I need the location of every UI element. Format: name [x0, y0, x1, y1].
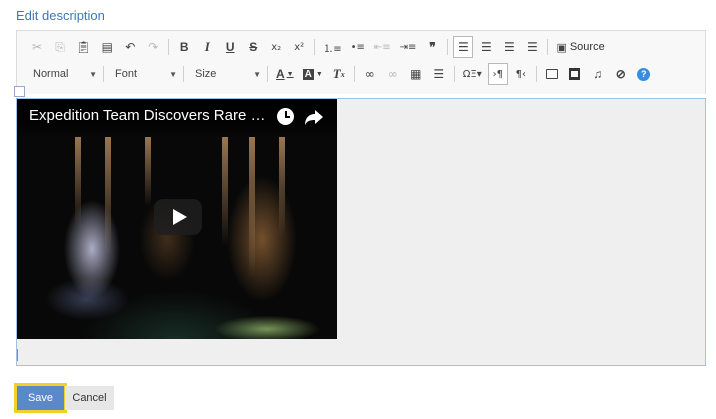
- cut-icon[interactable]: ✂: [27, 36, 47, 58]
- toolbar-separator: [314, 39, 316, 55]
- stalactite: [75, 137, 81, 227]
- toolbar-separator: [535, 66, 537, 82]
- watch-later-icon[interactable]: [277, 108, 294, 125]
- rtl-icon[interactable]: ¶‹: [511, 63, 531, 85]
- stalactite: [222, 137, 228, 247]
- increase-indent-icon[interactable]: ⇥≡: [397, 36, 420, 58]
- toolbar-separator: [267, 66, 268, 82]
- size-combo[interactable]: Size ▼: [189, 64, 265, 84]
- paste-icon[interactable]: 📋︎: [73, 36, 94, 58]
- chevron-down-icon: ▼: [169, 69, 177, 79]
- embedded-video[interactable]: Expedition Team Discovers Rare Un...: [17, 99, 337, 339]
- page-title: Edit description: [16, 8, 105, 23]
- editor-toolbar: ✂ ⎘ 📋︎ ▤ ↶ ↷ B I U S x₂ x² ⒈≡ •≡ ⇤≡ ⇥≡ ❞…: [16, 30, 706, 94]
- remove-format-icon[interactable]: Tx: [329, 63, 349, 85]
- italic-icon[interactable]: I: [197, 36, 217, 58]
- stalactite: [249, 137, 255, 277]
- editor-content-area[interactable]: Expedition Team Discovers Rare Un...: [16, 98, 706, 366]
- share-icon[interactable]: [304, 108, 324, 126]
- toolbar-row-2: Normal ▼ Font ▼ Size ▼ A ▼ A ▼ Tx ∞ ∞ ▦ ☰ …: [27, 60, 657, 88]
- bold-icon[interactable]: B: [174, 36, 194, 58]
- chevron-down-icon: ▼: [89, 69, 97, 79]
- toolbar-separator: [447, 39, 449, 55]
- toolbar-separator: [547, 39, 549, 55]
- image-icon[interactable]: [542, 63, 562, 85]
- size-combo-value: Size: [195, 68, 217, 80]
- toolbar-separator: [103, 66, 104, 82]
- bulleted-list-icon[interactable]: •≡: [348, 36, 368, 58]
- video-title[interactable]: Expedition Team Discovers Rare Un...: [29, 107, 269, 124]
- text-cursor: [17, 349, 18, 361]
- source-icon: ▣: [556, 40, 567, 54]
- format-combo[interactable]: Normal ▼: [27, 64, 101, 84]
- unlink-icon[interactable]: ∞: [383, 63, 403, 85]
- subscript-icon[interactable]: x₂: [266, 36, 286, 58]
- align-center-icon[interactable]: ☰: [476, 36, 496, 58]
- special-char-icon[interactable]: ΩΞ▾: [460, 63, 485, 85]
- video-icon[interactable]: [565, 63, 585, 85]
- toolbar-separator: [168, 39, 170, 55]
- table-icon[interactable]: ▦: [406, 63, 426, 85]
- stalactite: [279, 137, 285, 237]
- paste-text-icon[interactable]: ▤: [97, 36, 117, 58]
- format-combo-value: Normal: [33, 68, 69, 80]
- ltr-icon[interactable]: ›¶: [487, 63, 508, 85]
- toolbar-row-1: ✂ ⎘ 📋︎ ▤ ↶ ↷ B I U S x₂ x² ⒈≡ •≡ ⇤≡ ⇥≡ ❞…: [27, 33, 611, 61]
- text-color-icon[interactable]: A ▼: [273, 63, 297, 85]
- font-combo[interactable]: Font ▼: [109, 64, 181, 84]
- numbered-list-icon[interactable]: ⒈≡: [320, 36, 344, 58]
- toolbar-separator: [183, 66, 184, 82]
- horizontal-rule-icon[interactable]: ☰: [429, 63, 449, 85]
- source-label: Source: [569, 41, 605, 53]
- justify-icon[interactable]: ☰: [522, 36, 542, 58]
- underline-icon[interactable]: U: [220, 36, 240, 58]
- stalactite: [145, 137, 151, 207]
- strikethrough-icon[interactable]: S: [243, 36, 263, 58]
- copy-icon[interactable]: ⎘: [50, 36, 70, 58]
- decrease-indent-icon[interactable]: ⇤≡: [371, 36, 394, 58]
- align-left-icon[interactable]: ☰: [453, 36, 474, 58]
- link-icon[interactable]: ∞: [360, 63, 380, 85]
- toolbar-separator: [453, 66, 455, 82]
- superscript-icon[interactable]: x²: [289, 36, 309, 58]
- help-icon[interactable]: ?: [634, 63, 654, 85]
- cancel-button[interactable]: Cancel: [65, 386, 114, 410]
- audio-icon[interactable]: ♫: [588, 63, 608, 85]
- font-combo-value: Font: [115, 68, 138, 80]
- align-right-icon[interactable]: ☰: [499, 36, 519, 58]
- chevron-down-icon: ▼: [253, 69, 261, 79]
- blockquote-icon[interactable]: ❞: [422, 36, 442, 58]
- play-button[interactable]: [154, 199, 202, 235]
- redo-icon[interactable]: ↷: [143, 36, 163, 58]
- widget-handle[interactable]: [14, 86, 25, 97]
- undo-icon[interactable]: ↶: [120, 36, 140, 58]
- attachment-icon[interactable]: ⊘: [611, 63, 631, 85]
- save-button[interactable]: Save: [14, 383, 67, 413]
- stalactite: [105, 137, 111, 257]
- toolbar-separator: [353, 66, 355, 82]
- background-color-icon[interactable]: A ▼: [300, 63, 326, 85]
- source-button[interactable]: ▣ Source: [553, 36, 607, 58]
